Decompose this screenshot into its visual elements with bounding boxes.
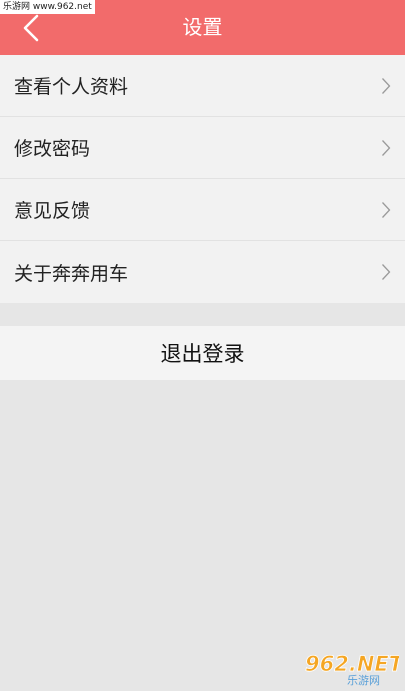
logout-label: 退出登录 <box>160 342 245 366</box>
watermark-top: 乐游网 www.962.net <box>0 0 95 14</box>
menu-item-change-password[interactable]: 修改密码 <box>0 117 405 179</box>
menu-item-label: 修改密码 <box>14 138 91 160</box>
menu-item-label: 关于奔奔用车 <box>14 262 129 285</box>
menu-item-feedback[interactable]: 意见反馈 <box>0 179 405 241</box>
chevron-right-icon <box>382 77 391 94</box>
watermark-subtitle: 乐游网 <box>347 674 380 687</box>
settings-menu: 查看个人资料 修改密码 意见反馈 关于奔奔用车 <box>0 55 405 303</box>
menu-item-about[interactable]: 关于奔奔用车 <box>0 241 405 303</box>
menu-item-view-profile[interactable]: 查看个人资料 <box>0 55 405 117</box>
chevron-right-icon <box>382 139 391 156</box>
chevron-right-icon <box>382 264 391 280</box>
logout-button[interactable]: 退出登录 <box>0 326 405 380</box>
menu-item-label: 查看个人资料 <box>14 76 129 98</box>
watermark-logo: 962.NET 乐游网 <box>305 652 399 687</box>
menu-item-label: 意见反馈 <box>14 200 91 222</box>
chevron-right-icon <box>382 201 391 218</box>
watermark-brand: 962.NET <box>305 652 399 676</box>
